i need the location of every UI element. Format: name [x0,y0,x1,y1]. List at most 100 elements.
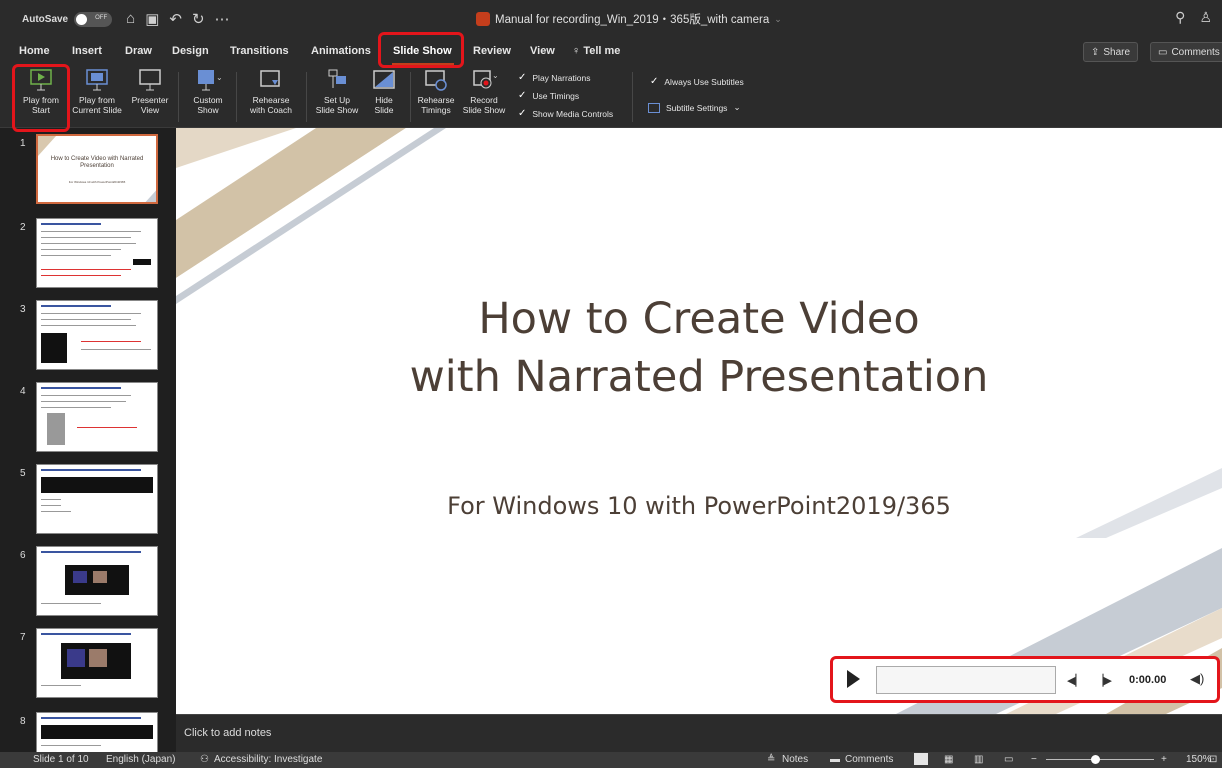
home-icon[interactable]: ⌂ [126,10,135,28]
share-button[interactable]: ⇪ Share [1083,42,1139,62]
slide-thumbnail-pane[interactable]: 1 How to Create Video with Narrated Pres… [0,128,176,752]
language-indicator[interactable]: English (Japan) [106,754,175,765]
zoom-level[interactable]: 150% [1186,754,1212,765]
search-icon[interactable]: ⚲ [1175,9,1185,26]
title-chevron-icon[interactable]: ⌄ [774,14,782,25]
thumb-image [93,571,107,583]
thumb-header [41,551,141,553]
thumb-image [41,477,153,493]
slide-thumbnail-8[interactable] [36,712,158,752]
play-from-current-button[interactable]: Play from Current Slide [68,68,126,115]
checkmark-icon: ✓ [518,90,527,101]
checkmark-icon: ✓ [650,76,659,87]
set-up-icon [324,68,350,92]
tab-review[interactable]: Review [473,45,511,57]
play-narrations-checkbox[interactable]: ✓ Play Narrations [518,72,591,83]
record-label2: Slide Show [462,105,506,115]
rehearse-with-coach-button[interactable]: Rehearse with Coach [243,68,299,115]
redo-icon[interactable]: ↻ [192,10,205,28]
presenter-view-button[interactable]: Presenter View [127,68,173,115]
slide-sorter-icon[interactable]: ▦ [944,754,953,765]
highlight-slide-show-tab [378,32,464,68]
slide-thumbnail-2[interactable] [36,218,158,288]
set-up-slide-show-button[interactable]: Set Up Slide Show [309,68,365,115]
thumb-number: 5 [20,468,26,479]
title-bar: AutoSave OFF ⌂ ▣ ↶ ↻ ⋯ Manual for record… [0,0,1222,38]
fit-slide-icon[interactable]: ⊡ [1209,754,1217,765]
tab-view[interactable]: View [530,45,555,57]
thumb-text-line [41,499,61,500]
highlight-play-from-start [12,64,70,132]
volume-icon[interactable]: ◀) [1190,671,1204,687]
thumb-text-line [41,401,126,402]
thumb-text-line [41,249,121,250]
slide-title-line2[interactable]: with Narrated Presentation [176,350,1222,404]
tell-me[interactable]: ♀ Tell me [572,45,620,57]
thumb-image [41,725,153,739]
slide-thumbnail-5[interactable] [36,464,158,534]
slide-title-line1[interactable]: How to Create Video [176,292,1222,346]
custom-show-icon: ⌄ [195,68,223,92]
slide-thumbnail-7[interactable] [36,628,158,698]
thumb-header [41,469,141,471]
hide-slide-button[interactable]: Hide Slide [364,68,404,115]
always-subtitles-checkbox[interactable]: ✓ Always Use Subtitles [650,76,744,87]
tab-insert[interactable]: Insert [72,45,102,57]
rehearse-coach-icon [258,68,284,92]
share-label: Share [1103,46,1131,58]
slide-subtitle[interactable]: For Windows 10 with PowerPoint2019/365 [176,492,1222,520]
slide-canvas[interactable]: How to Create Video with Narrated Presen… [176,128,1222,714]
slide-show-icon[interactable]: ▭ [1004,754,1013,765]
play-from-current-label2: Current Slide [72,105,122,115]
notes-pane[interactable]: Click to add notes [176,714,1222,752]
thumb-header [41,223,101,225]
play-icon[interactable] [847,670,860,688]
slide-thumbnail-6[interactable] [36,546,158,616]
always-subtitles-label: Always Use Subtitles [664,76,744,87]
thumb-text-line [77,427,137,428]
set-up-label1: Set Up [324,95,350,105]
tab-design[interactable]: Design [172,45,209,57]
tab-animations[interactable]: Animations [311,45,371,57]
svg-text:⌄: ⌄ [216,73,221,82]
zoom-slider-track[interactable] [1046,759,1154,760]
custom-show-button[interactable]: ⌄ Custom Show [186,68,230,115]
step-forward-icon[interactable]: ▕▶ [1095,674,1112,687]
use-timings-checkbox[interactable]: ✓ Use Timings [518,90,579,101]
accessibility-status[interactable]: Accessibility: Investigate [214,754,322,765]
zoom-slider-thumb[interactable] [1091,755,1100,764]
record-slide-show-button[interactable]: ⌄ Record Slide Show [458,68,510,115]
ribbon: Play from Start Play from Current Slide … [0,66,1222,128]
rehearse-timings-button[interactable]: Rehearse Timings [413,68,459,115]
media-progress-track[interactable] [876,666,1056,694]
ribbon-separator [410,72,411,122]
slide-thumbnail-3[interactable] [36,300,158,370]
more-icon[interactable]: ⋯ [215,10,230,28]
reading-view-icon[interactable]: ▥ [974,754,983,765]
notes-toggle[interactable]: Notes [782,754,808,765]
save-icon[interactable]: ▣ [145,10,159,28]
undo-icon[interactable]: ↶ [169,10,182,28]
record-icon: ⌄ [471,68,499,92]
comments-toggle[interactable]: Comments [845,754,893,765]
subtitle-icon [648,102,660,113]
step-back-icon[interactable]: ◀▏ [1067,674,1084,687]
thumb-number: 1 [20,138,26,149]
zoom-in-icon[interactable]: + [1161,754,1167,765]
show-media-controls-checkbox[interactable]: ✓ Show Media Controls [518,108,613,119]
tab-draw[interactable]: Draw [125,45,152,57]
zoom-out-icon[interactable]: − [1031,754,1037,765]
tab-transitions[interactable]: Transitions [230,45,289,57]
normal-view-icon[interactable] [914,753,928,765]
tab-home[interactable]: Home [19,45,50,57]
thumb-header [41,305,111,307]
thumb-text-line [41,511,71,512]
powerpoint-window: AutoSave OFF ⌂ ▣ ↶ ↻ ⋯ Manual for record… [0,0,1222,768]
slide-thumbnail-1[interactable]: How to Create Video with Narrated Presen… [36,134,158,204]
comments-button[interactable]: ▭ Comments [1150,42,1222,62]
thumb-text-line [81,341,141,342]
slide-thumbnail-4[interactable] [36,382,158,452]
subtitle-settings-button[interactable]: Subtitle Settings ⌄ [648,102,741,113]
account-icon[interactable]: ♙ [1199,9,1212,26]
autosave-toggle[interactable]: OFF [74,11,113,27]
